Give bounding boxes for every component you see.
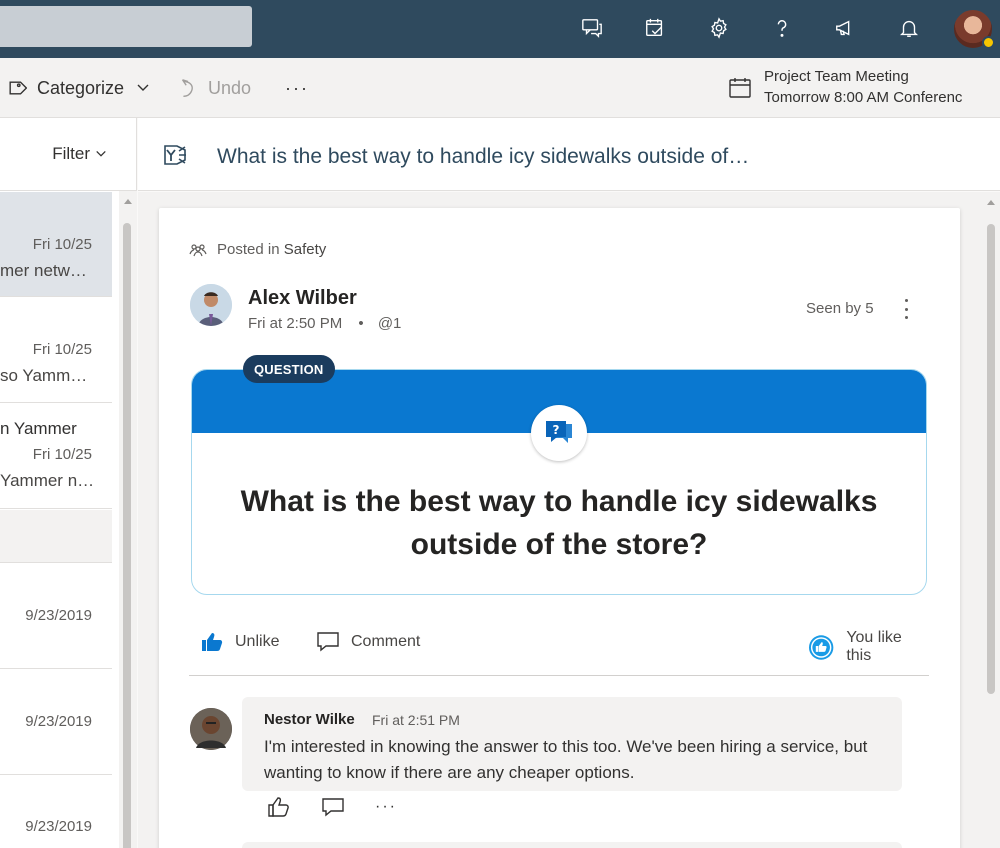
presence-away-icon <box>982 36 995 49</box>
more-options-button[interactable] <box>899 296 913 322</box>
chevron-down-icon <box>137 84 149 91</box>
post-card: Posted in Safety Alex Wilber Fri at 2:50… <box>159 208 960 848</box>
you-like-this: You like this <box>808 629 929 665</box>
list-group-header <box>0 510 112 563</box>
scrollbar[interactable] <box>983 192 1000 848</box>
search-input[interactable] <box>0 6 252 47</box>
item-preview: mer netw… <box>0 261 87 280</box>
list-item[interactable]: n Yammer Fri 10/25 Yammer n… <box>0 404 112 509</box>
undo-button[interactable]: Undo <box>178 58 251 118</box>
comment-bubble: Nestor Wilke Fri at 2:51 PM I'm interest… <box>242 697 902 791</box>
filter-button[interactable]: Filter <box>0 118 137 191</box>
bullet-separator: • <box>358 315 364 332</box>
filter-label: Filter <box>52 144 90 163</box>
item-date: Fri 10/25 <box>32 446 92 463</box>
scrollbar[interactable] <box>119 191 137 848</box>
unlike-label: Unlike <box>235 633 280 650</box>
comment-bubble <box>242 842 902 848</box>
mention-count[interactable]: @1 <box>378 315 402 332</box>
question-icon: ? <box>531 405 587 461</box>
question-badge: QUESTION <box>243 355 335 383</box>
reply-icon[interactable] <box>321 797 345 817</box>
comment-label: Comment <box>351 633 421 650</box>
comment-author[interactable]: Nestor Wilke <box>264 711 355 728</box>
comment-avatar[interactable] <box>190 708 232 750</box>
list-item[interactable]: Fri 10/25 mer netw… <box>0 192 112 297</box>
undo-label: Undo <box>208 77 252 98</box>
list-item[interactable]: 9/23/2019 <box>0 670 112 775</box>
bell-icon[interactable] <box>894 13 924 43</box>
calendar-icon <box>729 78 751 98</box>
meeting-detail: Tomorrow 8:00 AM Conferenc <box>764 89 963 106</box>
scroll-up-icon[interactable] <box>124 199 132 204</box>
message-list: Filter Fri 10/25 mer netw… Fri 10/25 so … <box>0 118 137 848</box>
help-icon[interactable] <box>767 13 797 43</box>
you-like-label: You like this <box>846 629 902 664</box>
meeting-title: Project Team Meeting <box>764 68 909 85</box>
list-item[interactable]: 9/23/2019 <box>0 776 112 848</box>
upcoming-meeting[interactable]: Project Team Meeting Tomorrow 8:00 AM Co… <box>728 66 962 108</box>
categorize-label: Categorize <box>37 77 125 98</box>
group-icon <box>189 243 207 256</box>
yammer-icon <box>164 145 186 165</box>
comment-text: I'm interested in knowing the answer to … <box>264 737 868 782</box>
group-link[interactable]: Safety <box>284 241 327 258</box>
reading-pane-header: What is the best way to handle icy sidew… <box>138 118 1000 191</box>
post-meta: Fri at 2:50 PM • @1 <box>248 315 401 332</box>
unlike-button[interactable]: Unlike <box>201 632 279 652</box>
item-date: 9/23/2019 <box>25 713 92 730</box>
seen-by[interactable]: Seen by 5 <box>806 300 874 317</box>
tasks-icon[interactable] <box>640 13 670 43</box>
gear-icon[interactable] <box>704 13 734 43</box>
item-date: Fri 10/25 <box>32 236 92 253</box>
author-name[interactable]: Alex Wilber <box>248 287 357 310</box>
thumbs-up-filled-icon <box>202 633 223 651</box>
item-preview: Yammer n… <box>0 471 95 490</box>
post-timestamp[interactable]: Fri at 2:50 PM <box>248 315 342 332</box>
page-title: What is the best way to handle icy sidew… <box>217 145 750 168</box>
list-item[interactable]: Fri 10/25 so Yamm… <box>0 298 112 403</box>
more-options-button[interactable]: ··· <box>285 58 309 118</box>
svg-text:?: ? <box>553 423 560 437</box>
post-actions: Unlike Comment You like this <box>189 626 929 676</box>
top-bar <box>0 0 1000 58</box>
question-text: What is the best way to handle icy sidew… <box>240 485 878 561</box>
scrollbar-thumb[interactable] <box>123 223 131 848</box>
chevron-down-icon <box>96 151 106 157</box>
scroll-up-icon[interactable] <box>987 200 995 205</box>
item-preview: so Yamm… <box>0 366 88 385</box>
like-badge-icon <box>808 634 834 660</box>
categorize-button[interactable]: Categorize <box>5 58 150 118</box>
item-date: 9/23/2019 <box>25 818 92 835</box>
chat-icon[interactable] <box>577 13 607 43</box>
scrollbar-thumb[interactable] <box>987 224 995 694</box>
item-date: Fri 10/25 <box>32 341 92 358</box>
tag-icon <box>9 81 27 95</box>
comment-time[interactable]: Fri at 2:51 PM <box>372 712 460 728</box>
item-sender: n Yammer <box>0 419 77 438</box>
undo-icon <box>181 79 193 97</box>
thumbs-up-icon[interactable] <box>267 796 291 818</box>
author-avatar[interactable] <box>190 284 232 326</box>
megaphone-icon[interactable] <box>830 13 860 43</box>
posted-prefix: Posted in <box>217 241 284 258</box>
comment-actions: ··· <box>267 796 427 818</box>
item-date: 9/23/2019 <box>25 607 92 624</box>
list-item[interactable]: 9/23/2019 <box>0 564 112 669</box>
posted-in: Posted in Safety <box>189 241 326 258</box>
comment-button[interactable]: Comment <box>317 632 420 652</box>
comment-icon <box>317 632 339 652</box>
comment-more-button[interactable]: ··· <box>375 798 397 816</box>
